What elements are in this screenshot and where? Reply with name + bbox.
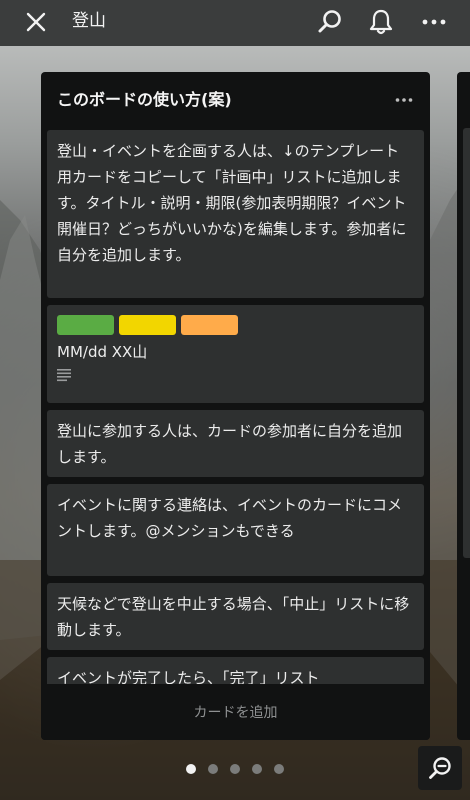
search-icon	[318, 10, 341, 33]
more-horizontal-icon	[422, 19, 446, 25]
bell-icon	[369, 9, 393, 35]
card-text: イベントが完了したら、「完了」リスト	[57, 669, 320, 684]
list-column: このボードの使い方(案) 登山・イベントを企画する人は、↓のテンプレート用カード…	[41, 72, 430, 740]
zoom-out-icon	[429, 757, 451, 779]
label-yellow	[119, 315, 176, 335]
page-dot[interactable]	[274, 764, 284, 774]
close-icon	[26, 12, 46, 32]
page-dot[interactable]	[252, 764, 262, 774]
card-instructions-join[interactable]: 登山に参加する人は、カードの参加者に自分を追加します。	[47, 410, 424, 477]
card-instructions-comment[interactable]: イベントに関する連絡は、イベントのカードにコメントします。@メンションもできる	[47, 484, 424, 576]
top-app-bar: 登山	[0, 0, 470, 46]
next-list-peek[interactable]	[457, 72, 470, 740]
list-pagination	[0, 764, 470, 776]
card-text: 天候などで登山を中止する場合、「中止」リストに移動します。	[57, 595, 410, 639]
page-dot[interactable]	[208, 764, 218, 774]
board-title: 登山	[72, 11, 106, 31]
card-template[interactable]: MM/dd XX山	[47, 305, 424, 403]
notifications-button[interactable]	[364, 5, 398, 39]
next-list-card-peek	[463, 128, 470, 558]
card-instructions-cancel[interactable]: 天候などで登山を中止する場合、「中止」リストに移動します。	[47, 583, 424, 650]
label-orange	[181, 315, 238, 335]
label-green	[57, 315, 114, 335]
card-text: 登山に参加する人は、カードの参加者に自分を追加します。	[57, 422, 403, 466]
search-button[interactable]	[313, 5, 347, 39]
close-button[interactable]	[20, 6, 52, 38]
card-list[interactable]: 登山・イベントを企画する人は、↓のテンプレート用カードをコピーして「計画中」リス…	[47, 130, 424, 684]
zoom-out-button[interactable]	[418, 746, 462, 790]
more-options-button[interactable]	[417, 5, 451, 39]
card-instructions-complete[interactable]: イベントが完了したら、「完了」リスト	[47, 657, 424, 684]
list-menu-button[interactable]	[392, 88, 416, 112]
card-text: イベントに関する連絡は、イベントのカードにコメントします。@メンションもできる	[57, 496, 403, 540]
more-horizontal-icon	[395, 98, 413, 102]
card-instructions-planning[interactable]: 登山・イベントを企画する人は、↓のテンプレート用カードをコピーして「計画中」リス…	[47, 130, 424, 298]
card-text: MM/dd XX山	[57, 343, 148, 361]
card-text: 登山・イベントを企画する人は、↓のテンプレート用カードをコピーして「計画中」リス…	[57, 142, 407, 264]
page-dot[interactable]	[230, 764, 240, 774]
description-icon	[57, 369, 71, 382]
list-header: このボードの使い方(案)	[41, 72, 430, 128]
list-title[interactable]: このボードの使い方(案)	[57, 88, 232, 112]
card-labels	[57, 315, 414, 335]
add-card-button[interactable]: カードを追加	[41, 684, 430, 740]
page-dot[interactable]	[186, 764, 196, 774]
